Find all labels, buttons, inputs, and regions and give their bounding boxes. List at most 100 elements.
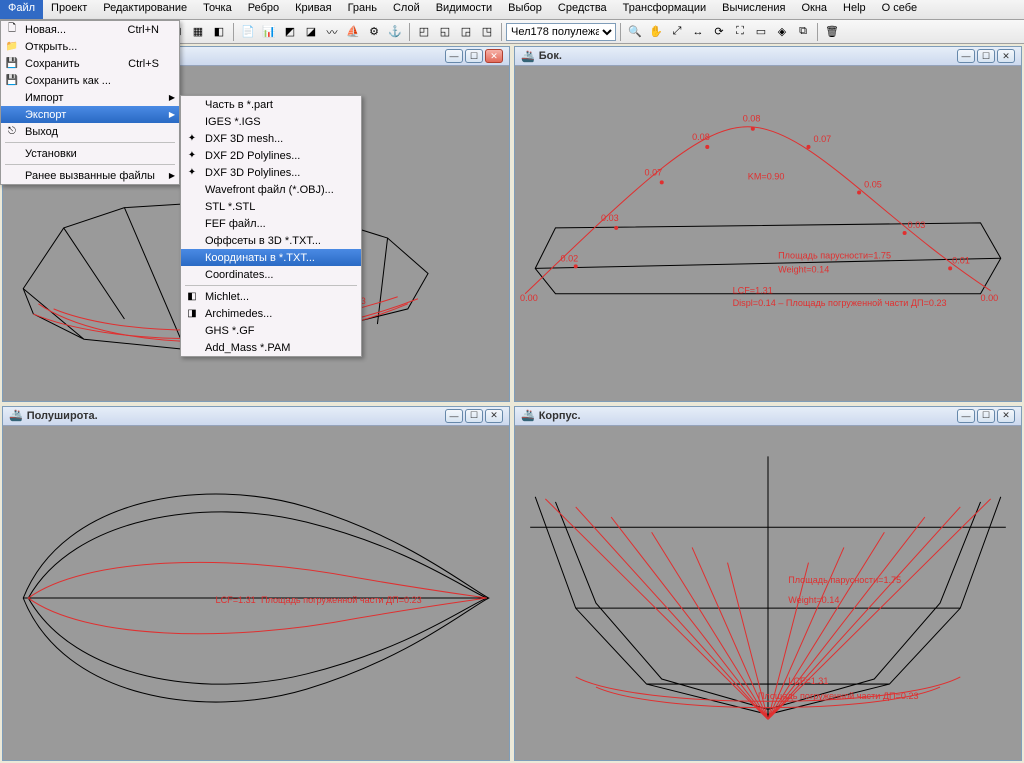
menu-select[interactable]: Выбор [500, 0, 550, 19]
tb-grid2[interactable]: ▦ [188, 22, 208, 42]
window-maximize[interactable]: ☐ [465, 409, 483, 423]
layer-combo[interactable]: Чел178 полулежа [506, 23, 616, 41]
svg-text:0.05: 0.05 [864, 179, 882, 189]
menu-item[interactable]: 📁Открыть... [1, 38, 179, 55]
menu-item[interactable]: Координаты в *.TXT... [181, 249, 361, 266]
viewport-halfbreadth: 🚢 Полуширота. — ☐ ✕ LCF=1.31 Площадь пог… [2, 406, 510, 762]
tb-layers[interactable]: ◧ [209, 22, 229, 42]
svg-text:Площадь парусности=1.75: Площадь парусности=1.75 [778, 250, 891, 260]
menu-item[interactable]: ✦DXF 3D mesh... [181, 130, 361, 147]
tb-mesh2[interactable]: ◪ [301, 22, 321, 42]
tb-scale[interactable]: ⛶ [730, 22, 750, 42]
window-maximize[interactable]: ☐ [977, 49, 995, 63]
viewport-body: 🚢 Корпус. — ☐ ✕ Площадь парусности=1.75 … [514, 406, 1022, 762]
menu-item[interactable]: IGES *.IGS [181, 113, 361, 130]
svg-text:0.02: 0.02 [561, 253, 579, 263]
window-close[interactable]: ✕ [485, 49, 503, 63]
svg-text:Displ=0.14 – Площадь погруженн: Displ=0.14 – Площадь погруженной части Д… [733, 298, 947, 308]
menu-item[interactable]: Установки [1, 145, 179, 162]
tb-calc3[interactable]: ⚓ [385, 22, 405, 42]
svg-text:Weight=0.14: Weight=0.14 [788, 595, 839, 605]
tb-mesh1[interactable]: ◩ [280, 22, 300, 42]
menu-item[interactable]: Ранее вызванные файлы▶ [1, 167, 179, 184]
menu-item[interactable]: Часть в *.part [181, 96, 361, 113]
tb-delete[interactable]: 🗑 [822, 22, 842, 42]
menu-transform[interactable]: Трансформации [615, 0, 714, 19]
svg-text:KM=0.90: KM=0.90 [748, 171, 785, 181]
svg-text:0.03: 0.03 [908, 220, 926, 230]
svg-text:0.08: 0.08 [692, 132, 710, 142]
tb-view2[interactable]: ◱ [435, 22, 455, 42]
tb-move[interactable]: ↔ [688, 22, 708, 42]
menu-item[interactable]: GHS *.GF [181, 322, 361, 339]
menu-file[interactable]: Файл [0, 0, 43, 19]
window-minimize[interactable]: — [957, 49, 975, 63]
tb-hull[interactable]: ⛵ [343, 22, 363, 42]
vp-title: Корпус. [539, 410, 581, 422]
menu-item[interactable]: Wavefront файл (*.OBJ)... [181, 181, 361, 198]
tb-sel1[interactable]: ▭ [751, 22, 771, 42]
tb-doc[interactable]: 📄 [238, 22, 258, 42]
menu-windows[interactable]: Окна [793, 0, 835, 19]
menu-calc[interactable]: Вычисления [714, 0, 793, 19]
window-minimize[interactable]: — [445, 409, 463, 423]
svg-text:Площадь парусности=1.75: Площадь парусности=1.75 [788, 574, 901, 584]
tb-view1[interactable]: ◰ [414, 22, 434, 42]
tb-mirror[interactable]: ⧉ [793, 22, 813, 42]
tb-rot[interactable]: ⟳ [709, 22, 729, 42]
menu-point[interactable]: Точка [195, 0, 240, 19]
window-close[interactable]: ✕ [997, 49, 1015, 63]
tb-pan[interactable]: ✋ [646, 22, 666, 42]
window-minimize[interactable]: — [445, 49, 463, 63]
menu-visibility[interactable]: Видимости [428, 0, 500, 19]
menu-edge[interactable]: Ребро [240, 0, 287, 19]
vp-title: Бок. [539, 50, 562, 62]
svg-text:LCF=1.31: LCF=1.31 [788, 676, 828, 686]
menu-item[interactable]: Оффсеты в 3D *.TXT... [181, 232, 361, 249]
menu-item[interactable]: STL *.STL [181, 198, 361, 215]
menu-item[interactable]: 💾СохранитьCtrl+S [1, 55, 179, 72]
tb-view3[interactable]: ◲ [456, 22, 476, 42]
window-maximize[interactable]: ☐ [465, 49, 483, 63]
menu-about[interactable]: О себе [874, 0, 925, 19]
viewport-side: 🚢 Бок. — ☐ ✕ 0.02 0.03 0.07 0.08 0.08 0.… [514, 46, 1022, 402]
menu-item[interactable]: ⎋Выход [1, 123, 179, 140]
menu-curve[interactable]: Кривая [287, 0, 339, 19]
svg-text:0.08: 0.08 [743, 114, 761, 124]
export-submenu: Часть в *.partIGES *.IGS✦DXF 3D mesh...✦… [180, 95, 362, 357]
tb-zoom[interactable]: 🔍 [625, 22, 645, 42]
window-minimize[interactable]: — [957, 409, 975, 423]
window-close[interactable]: ✕ [997, 409, 1015, 423]
menu-item[interactable]: Импорт▶ [1, 89, 179, 106]
tb-curve[interactable]: 〰 [322, 22, 342, 42]
vp-title: Полуширота. [27, 410, 98, 422]
menu-tools[interactable]: Средства [550, 0, 615, 19]
tb-sel2[interactable]: ◈ [772, 22, 792, 42]
menu-item[interactable]: ◨Archimedes... [181, 305, 361, 322]
tb-chart[interactable]: 📊 [259, 22, 279, 42]
menu-item[interactable]: Coordinates... [181, 266, 361, 283]
menu-item[interactable]: 💾Сохранить как ... [1, 72, 179, 89]
svg-text:Weight=0.14: Weight=0.14 [778, 264, 829, 274]
menu-item[interactable]: Add_Mass *.PAM [181, 339, 361, 356]
menu-layer[interactable]: Слой [385, 0, 428, 19]
menu-item[interactable]: 🗋Новая...Ctrl+N [1, 21, 179, 38]
tb-calc2[interactable]: ⚙ [364, 22, 384, 42]
file-menu: 🗋Новая...Ctrl+N📁Открыть...💾СохранитьCtrl… [0, 20, 180, 185]
tb-fit[interactable]: ⤢ [667, 22, 687, 42]
menu-project[interactable]: Проект [43, 0, 95, 19]
window-maximize[interactable]: ☐ [977, 409, 995, 423]
window-close[interactable]: ✕ [485, 409, 503, 423]
menu-edit[interactable]: Редактирование [95, 0, 195, 19]
svg-text:LCF=1.31: LCF=1.31 [733, 286, 773, 296]
svg-text:0.07: 0.07 [645, 167, 663, 177]
menu-item[interactable]: ✦DXF 3D Polylines... [181, 164, 361, 181]
menu-item[interactable]: FEF файл... [181, 215, 361, 232]
menu-face[interactable]: Грань [340, 0, 385, 19]
menu-item[interactable]: ✦DXF 2D Polylines... [181, 147, 361, 164]
menu-item[interactable]: ◧Michlet... [181, 288, 361, 305]
menu-help[interactable]: Help [835, 0, 874, 19]
svg-text:0.03: 0.03 [601, 213, 619, 223]
menu-item[interactable]: Экспорт▶ [1, 106, 179, 123]
tb-view4[interactable]: ◳ [477, 22, 497, 42]
